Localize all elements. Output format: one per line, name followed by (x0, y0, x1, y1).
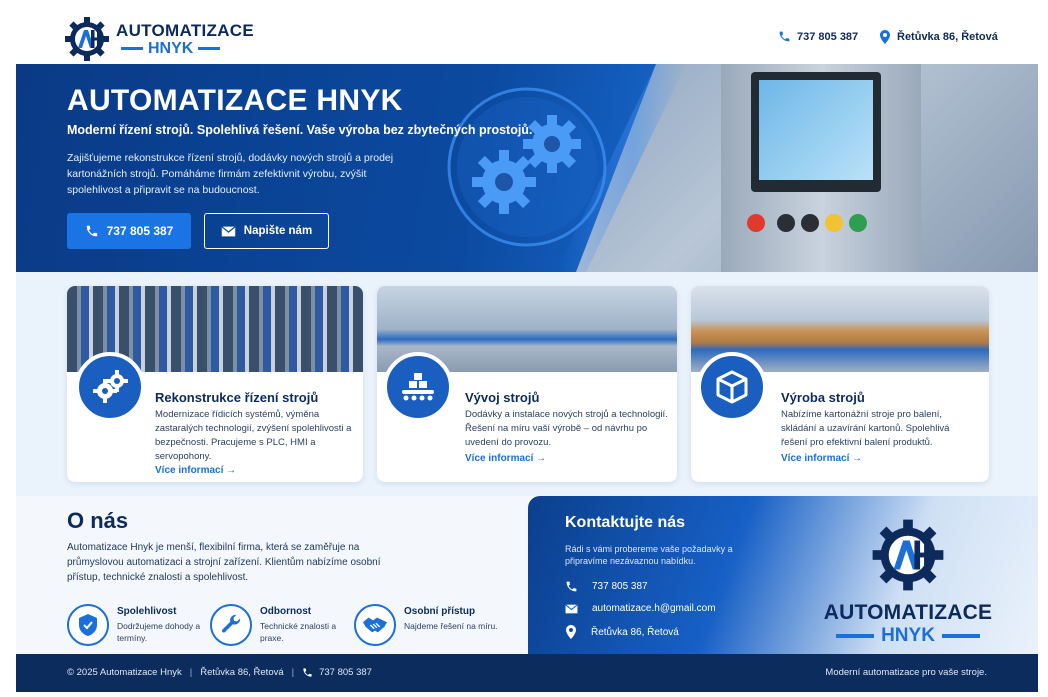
box-icon (697, 352, 767, 422)
phone-icon (86, 225, 97, 237)
phone-icon (566, 581, 577, 592)
footer-tagline: Moderní automatizace pro vaše stroje. (825, 667, 987, 678)
contact-phone[interactable]: 737 805 387 (565, 580, 648, 593)
site-footer: © 2025 Automatizace Hnyk | Řetůvka 86, Ř… (16, 654, 1038, 692)
logo-gear-icon (65, 17, 109, 61)
footer-phone[interactable]: 737 805 387 (319, 667, 372, 678)
service-title: Rekonstrukce řízení strojů (155, 390, 319, 405)
contact-title: Kontaktujte nás (565, 514, 686, 531)
location-pin-icon (880, 30, 890, 44)
feature-personal-approach: Osobní přístup Najdeme řešení na míru. (354, 604, 498, 646)
more-info-link[interactable]: Více informací → (781, 453, 862, 464)
contact-logo: AUTOMATIZACE HNYK (818, 518, 998, 647)
service-title: Výroba strojů (781, 390, 865, 405)
contact-address[interactable]: Řetůvka 86, Řetová (565, 625, 679, 639)
hero-description: Zajišťujeme rekonstrukce řízení strojů, … (67, 152, 394, 196)
control-panel-image (721, 64, 921, 272)
feature-expertise: Odbornost Technické znalosti a praxe. (210, 604, 340, 646)
handshake-icon (354, 604, 396, 646)
footer-address: Řetůvka 86, Řetová (200, 667, 284, 678)
hero-subtitle: Moderní řízení strojů. Spolehlivá řešení… (67, 123, 533, 137)
contact-text: Rádi s vámi probereme vaše požadavky a p… (565, 544, 733, 566)
service-text: Dodávky a instalace nových strojů a tech… (465, 409, 668, 448)
about-section: O nás Automatizace Hnyk je menší, flexib… (16, 496, 528, 654)
shield-icon (67, 604, 109, 646)
header-address[interactable]: Řetůvka 86, Řetová (879, 30, 998, 44)
location-pin-icon (566, 625, 576, 639)
conveyor-icon (383, 352, 453, 422)
more-info-link[interactable]: Více informací → (155, 465, 236, 476)
wrench-icon (210, 604, 252, 646)
about-text: Automatizace Hnyk je menší, flexibilní f… (67, 542, 381, 583)
service-card-rekonstrukce[interactable]: Rekonstrukce řízení strojů Modernizace ř… (67, 286, 363, 482)
service-title: Vývoj strojů (465, 390, 540, 405)
logo-gear-icon (872, 519, 944, 591)
service-text: Nabízíme kartonážní stroje pro balení, s… (781, 409, 950, 448)
more-info-link[interactable]: Více informací → (465, 453, 546, 464)
hero-title: AUTOMATIZACE HNYK (67, 84, 403, 117)
footer-copyright: © 2025 Automatizace Hnyk (67, 667, 182, 678)
call-button[interactable]: 737 805 387 (67, 213, 191, 249)
services-section: Rekonstrukce řízení strojů Modernizace ř… (16, 272, 1038, 496)
mail-icon (221, 225, 236, 236)
site-header: AUTOMATIZACE HNYK 737 805 387 Řetůvka 86… (16, 10, 1038, 64)
gears-icon (75, 352, 145, 422)
mail-icon (565, 603, 578, 613)
feature-reliability: Spolehlivost Dodržujeme dohody a termíny… (67, 604, 203, 646)
service-text: Modernizace řídicích systémů, výměna zas… (155, 409, 352, 462)
page: AUTOMATIZACE HNYK 737 805 387 Řetůvka 86… (16, 10, 1038, 692)
contact-section: Kontaktujte nás Rádi s vámi probereme va… (528, 496, 1038, 654)
write-us-button[interactable]: Napište nám (204, 213, 329, 249)
header-phone[interactable]: 737 805 387 (778, 30, 858, 43)
hero-section: AUTOMATIZACE HNYK Moderní řízení strojů.… (16, 64, 1038, 272)
contact-email[interactable]: automatizace.h@gmail.com (565, 603, 716, 614)
gears-icon (447, 87, 607, 247)
service-card-vyroba[interactable]: Výroba strojů Nabízíme kartonážní stroje… (691, 286, 989, 482)
logo-line2: HNYK (148, 39, 194, 57)
logo-line1: AUTOMATIZACE (116, 20, 255, 40)
about-title: O nás (67, 508, 129, 533)
service-card-vyvoj[interactable]: Vývoj strojů Dodávky a instalace nových … (377, 286, 677, 482)
logo[interactable]: AUTOMATIZACE HNYK (64, 16, 254, 62)
phone-icon (779, 31, 790, 42)
phone-icon (303, 668, 312, 677)
